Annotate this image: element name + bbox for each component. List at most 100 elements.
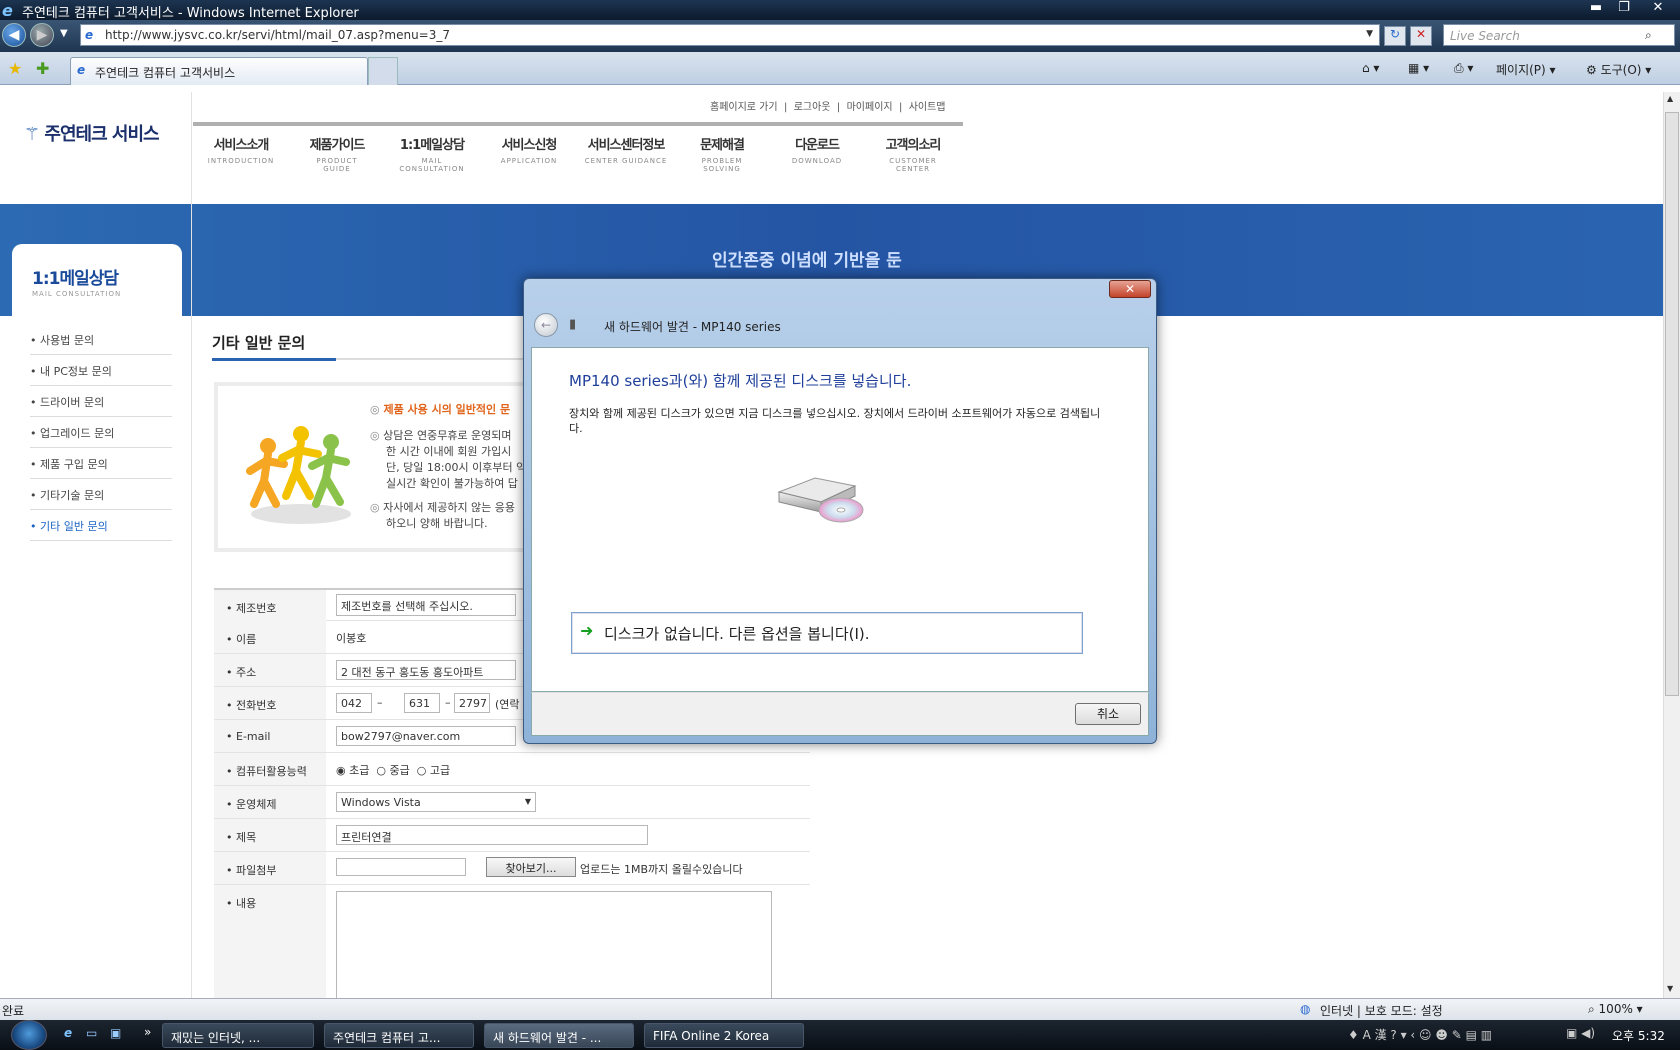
phone-prefix-input[interactable]: 631 bbox=[404, 693, 440, 713]
dialog-body: MP140 series과(와) 함께 제공된 디스크를 넣습니다. 장치와 함… bbox=[531, 347, 1149, 692]
bullet-icon: ◎ bbox=[370, 429, 380, 442]
tools-menu[interactable]: ⚙ 도구(O) ▾ bbox=[1586, 61, 1651, 78]
form-row-content: • 내용 bbox=[214, 885, 810, 998]
stop-icon[interactable]: ✕ bbox=[1410, 26, 1432, 46]
search-input[interactable]: Live Search bbox=[1443, 24, 1675, 46]
address-input[interactable]: 2 대전 동구 홍도동 홍도아파트 bbox=[336, 660, 516, 680]
top-link-logout[interactable]: 로그아웃 bbox=[794, 102, 831, 113]
page-title: 기타 일반 문의 bbox=[212, 334, 306, 352]
nav-top-bar bbox=[193, 122, 963, 126]
print-icon[interactable]: ⎙ ▾ bbox=[1454, 61, 1473, 76]
top-link-mypage[interactable]: 마이페이지 bbox=[847, 102, 893, 113]
usb-device-icon: ▮ bbox=[569, 317, 577, 332]
side-item-label: 사용법 문의 bbox=[40, 334, 95, 347]
radio-beginner[interactable]: ◉ 초급 bbox=[336, 764, 369, 777]
scroll-up-icon[interactable]: ▲ bbox=[1667, 94, 1673, 103]
search-icon[interactable]: ⌕ bbox=[1645, 28, 1652, 43]
task-button-4[interactable]: FIFA Online 2 Korea bbox=[644, 1023, 804, 1048]
side-item-purchase[interactable]: • 제품 구입 문의 bbox=[30, 448, 172, 479]
nav-product-guide[interactable]: 제품가이드 PRODUCT GUIDE bbox=[302, 134, 372, 173]
quicklaunch-ie-icon[interactable]: e bbox=[64, 1026, 72, 1040]
favorites-star-icon[interactable]: ★ bbox=[8, 59, 22, 78]
side-item-upgrade[interactable]: • 업그레이드 문의 bbox=[30, 417, 172, 448]
side-item-driver[interactable]: • 드라이버 문의 bbox=[30, 386, 172, 417]
address-dropdown-icon[interactable]: ▼ bbox=[1366, 29, 1373, 39]
bullet-icon: ◎ bbox=[370, 403, 380, 416]
side-item-other-tech[interactable]: • 기타기술 문의 bbox=[30, 479, 172, 510]
minimize-button[interactable]: ▬ bbox=[1583, 0, 1609, 17]
page-menu[interactable]: 페이지(P) ▾ bbox=[1496, 61, 1556, 78]
title-underline-accent bbox=[212, 358, 336, 361]
nav-mail-consultation[interactable]: 1:1메일상담 MAIL CONSULTATION bbox=[392, 134, 472, 173]
top-link-home[interactable]: 홈페이지로 가기 bbox=[710, 102, 778, 113]
dialog-close-button[interactable]: ✕ bbox=[1109, 280, 1151, 298]
nav-customer-center[interactable]: 고객의소리 CUSTOMER CENTER bbox=[874, 134, 952, 173]
home-icon[interactable]: ⌂ ▾ bbox=[1362, 61, 1379, 75]
tab-ie-icon: e bbox=[77, 63, 86, 77]
feeds-icon[interactable]: ▦ ▾ bbox=[1408, 61, 1429, 75]
add-favorites-icon[interactable]: ✚ bbox=[36, 59, 49, 78]
file-path-input[interactable] bbox=[336, 858, 466, 876]
scrollbar-thumb[interactable] bbox=[1665, 112, 1679, 696]
side-item-other-general[interactable]: • 기타 일반 문의 bbox=[30, 510, 172, 541]
volume-icon[interactable]: ▣ ◀) bbox=[1566, 1026, 1595, 1040]
refresh-icon[interactable]: ↻ bbox=[1384, 26, 1406, 46]
quicklaunch-more-icon[interactable]: » bbox=[144, 1025, 151, 1039]
forward-button[interactable]: ▶ bbox=[30, 23, 54, 47]
content-textarea[interactable] bbox=[336, 891, 772, 998]
task-button-2[interactable]: 주연테크 컴퓨터 고... bbox=[324, 1023, 474, 1048]
form-label: • 제조번호 bbox=[214, 590, 326, 622]
page-scrollbar[interactable]: ▲ ▼ bbox=[1663, 92, 1680, 998]
task-button-3[interactable]: 새 하드웨어 발견 - ... bbox=[484, 1023, 634, 1048]
side-item-pc-info[interactable]: • 내 PC정보 문의 bbox=[30, 355, 172, 386]
form-label: • E-mail bbox=[214, 720, 326, 752]
security-zone[interactable]: 인터넷 | 보호 모드: 설정 bbox=[1320, 1002, 1443, 1019]
cancel-button[interactable]: 취소 bbox=[1075, 703, 1141, 725]
form-label: • 내용 bbox=[214, 885, 326, 998]
tray-icons[interactable]: ♦ A 漢 ? ▾ ‹ ☺ ☻ ✎ ▤ ▥ bbox=[1348, 1026, 1492, 1043]
clock[interactable]: 오후 5:32 bbox=[1612, 1027, 1665, 1044]
nav-sublabel: APPLICATION bbox=[500, 157, 558, 165]
serial-select[interactable]: 제조번호를 선택해 주십시오. bbox=[336, 594, 516, 616]
switch-windows-icon[interactable]: ▣ bbox=[110, 1026, 121, 1040]
nav-application[interactable]: 서비스신청 APPLICATION bbox=[494, 134, 564, 165]
side-item-usage[interactable]: • 사용법 문의 bbox=[30, 324, 172, 355]
new-tab-button[interactable] bbox=[368, 57, 398, 85]
browse-button[interactable]: 찾아보기... bbox=[486, 857, 576, 877]
task-button-1[interactable]: 재밌는 인터넷, ... bbox=[162, 1023, 314, 1048]
email-input[interactable]: bow2797@naver.com bbox=[336, 726, 516, 746]
side-menu-title: 1:1메일상담 bbox=[32, 269, 119, 289]
nav-sublabel: PROBLEM SOLVING bbox=[701, 157, 743, 173]
maximize-button[interactable]: ❐ bbox=[1611, 0, 1637, 17]
address-bar[interactable]: e http://www.jysvc.co.kr/servi/html/mail… bbox=[80, 24, 1380, 46]
nav-center-guidance[interactable]: 서비스센터정보 CENTER GUIDANCE bbox=[582, 134, 670, 165]
radio-label: 중급 bbox=[389, 764, 410, 777]
logo-mark-icon: ⚚ bbox=[24, 124, 40, 145]
notice-heading-text: 제품 사용 시의 일반적인 문 bbox=[383, 403, 511, 416]
radio-advanced[interactable]: ○ 고급 bbox=[417, 764, 450, 777]
nav-problem-solving[interactable]: 문제해결 PROBLEM SOLVING bbox=[684, 134, 760, 173]
scroll-down-icon[interactable]: ▼ bbox=[1667, 984, 1673, 993]
site-logo[interactable]: ⚚ 주연테크 서비스 bbox=[24, 120, 160, 146]
phone-dash: – bbox=[445, 696, 451, 709]
browser-tab[interactable]: e 주연테크 컴퓨터 고객서비스 bbox=[70, 57, 368, 85]
top-link-sitemap[interactable]: 사이트맵 bbox=[909, 102, 946, 113]
form-label: • 제목 bbox=[214, 819, 326, 851]
nav-download[interactable]: 다운로드 DOWNLOAD bbox=[782, 134, 852, 165]
radio-intermediate[interactable]: ○ 중급 bbox=[376, 764, 409, 777]
nav-label: 다운로드 bbox=[795, 138, 840, 153]
dialog-back-button[interactable]: ← bbox=[534, 313, 558, 337]
no-disk-option[interactable]: ➜ 디스크가 없습니다. 다른 옵션을 봅니다(I). bbox=[571, 612, 1083, 654]
start-button[interactable] bbox=[11, 1020, 47, 1050]
phone-number-input[interactable]: 2797 bbox=[454, 693, 490, 713]
close-window-button[interactable]: ✕ bbox=[1645, 0, 1671, 17]
subject-input[interactable]: 프린터연결 bbox=[336, 825, 648, 845]
phone-area-input[interactable]: 042 bbox=[336, 693, 372, 713]
show-desktop-icon[interactable]: ▭ bbox=[86, 1026, 97, 1040]
back-button[interactable]: ◀ bbox=[2, 23, 26, 47]
dialog-title: 새 하드웨어 발견 - MP140 series bbox=[604, 320, 781, 334]
zoom-control[interactable]: ⌕ 100% ▾ bbox=[1588, 1002, 1643, 1017]
history-dropdown-icon[interactable]: ▼ bbox=[60, 28, 68, 39]
os-select[interactable]: Windows Vista ▼ bbox=[336, 792, 536, 812]
nav-introduction[interactable]: 서비스소개 INTRODUCTION bbox=[206, 134, 276, 165]
